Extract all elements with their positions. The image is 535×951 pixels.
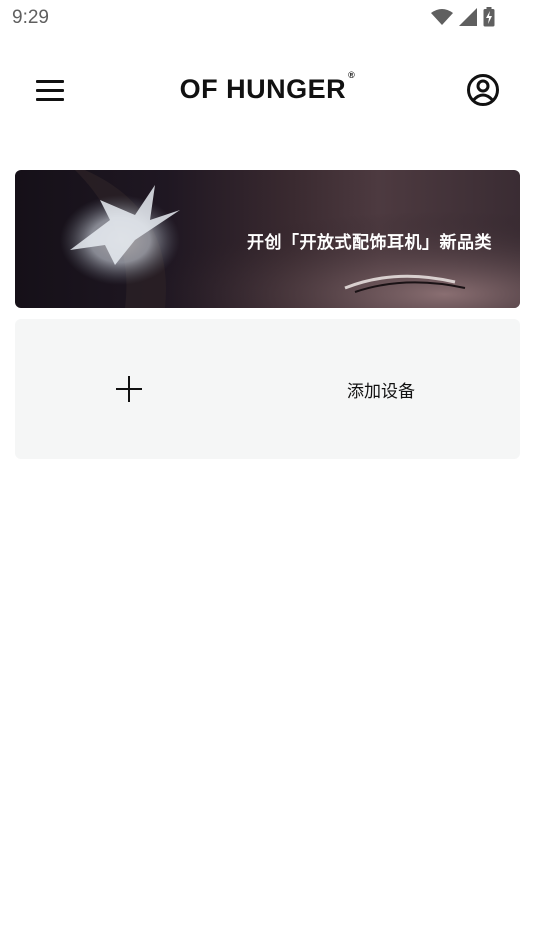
battery-charging-icon <box>483 7 495 27</box>
status-time: 9:29 <box>12 7 49 28</box>
status-bar: 9:29 <box>0 0 535 36</box>
add-device-card[interactable]: 添加设备 <box>15 319 520 459</box>
add-device-label: 添加设备 <box>347 382 415 402</box>
registered-mark: ® <box>348 70 356 80</box>
wifi-icon <box>431 9 453 25</box>
status-icons <box>431 7 495 27</box>
promo-banner[interactable]: 开创「开放式配饰耳机」新品类 <box>15 170 520 308</box>
logo-text: OF HUNGER <box>179 74 347 104</box>
banner-headline: 开创「开放式配饰耳机」新品类 <box>247 233 492 253</box>
app-header: OF HUNGER ® <box>0 60 535 120</box>
user-circle-icon[interactable] <box>466 73 500 107</box>
brand-logo: OF HUNGER ® <box>0 70 535 105</box>
plus-icon <box>116 376 142 402</box>
cellular-signal-icon <box>459 8 477 26</box>
